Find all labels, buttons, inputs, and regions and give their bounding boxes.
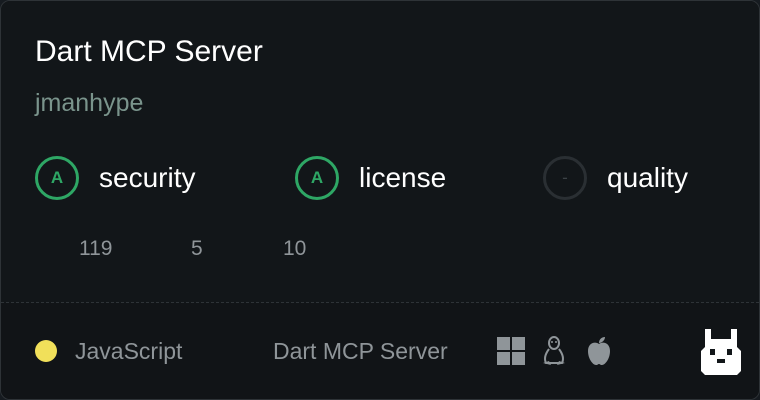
windows-icon — [497, 337, 525, 365]
security-label: security — [99, 162, 196, 193]
linux-icon — [543, 336, 565, 365]
footer-server-name: Dart MCP Server — [273, 338, 448, 364]
stat-count-2: 5 — [191, 237, 203, 260]
quality-label: quality — [607, 162, 688, 193]
language-color-dot — [35, 340, 57, 362]
security-badge[interactable]: A security — [35, 156, 195, 200]
license-grade: A — [295, 156, 339, 200]
quality-badge[interactable]: - quality — [543, 156, 688, 200]
llama-logo-icon[interactable] — [701, 327, 741, 375]
author-name[interactable]: jmanhype — [35, 89, 143, 118]
stat-count-1: 119 — [79, 237, 113, 260]
server-title[interactable]: Dart MCP Server — [35, 35, 263, 69]
license-badge[interactable]: A license — [295, 156, 446, 200]
security-grade: A — [35, 156, 79, 200]
stat-count-3: 10 — [283, 237, 307, 260]
server-card[interactable]: Dart MCP Server jmanhype A security A li… — [0, 0, 760, 400]
quality-grade: - — [543, 156, 587, 200]
card-header: Dart MCP Server jmanhype A security A li… — [1, 1, 759, 303]
license-label: license — [359, 162, 447, 193]
apple-icon — [588, 337, 610, 365]
language-label: JavaScript — [75, 338, 183, 364]
